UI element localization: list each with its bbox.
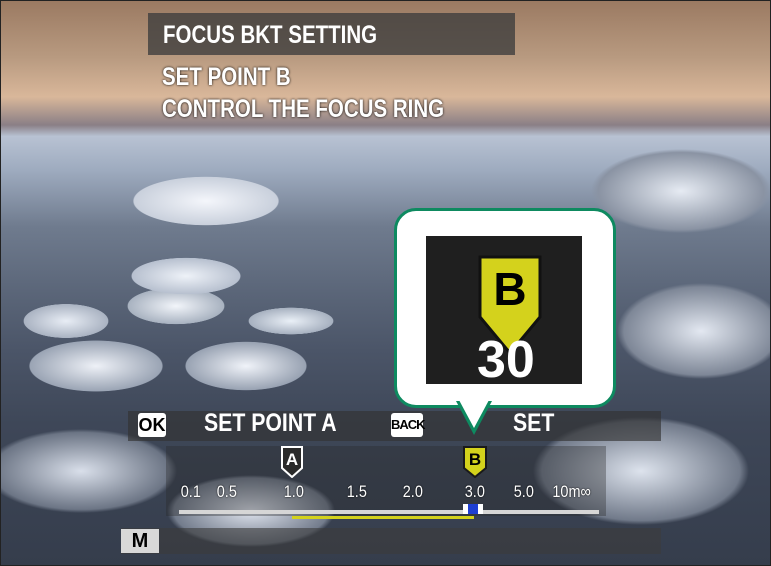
focus-distance-scale xyxy=(166,446,606,516)
scale-tick: 2.0 xyxy=(402,482,423,501)
camera-viewfinder: FOCUS BKT SETTING SET POINT B CONTROL TH… xyxy=(0,0,771,566)
current-focus-indicator xyxy=(463,504,483,514)
page-title: FOCUS BKT SETTING xyxy=(163,21,378,49)
scale-tick: 0.1 xyxy=(180,482,201,501)
scale-tick: 10m∞ xyxy=(552,482,591,501)
point-a-label: A xyxy=(286,450,298,469)
point-b-label: B xyxy=(469,450,481,469)
back-button-icon[interactable]: BACK xyxy=(391,413,426,437)
instruction-line-1: SET POINT B xyxy=(162,63,291,91)
scale-tick: 5.0 xyxy=(513,482,534,501)
point-a-marker: A xyxy=(281,446,303,478)
point-b-marker: B xyxy=(463,446,487,478)
magnified-distance-value: 30 xyxy=(477,331,535,389)
scale-tick: 1.5 xyxy=(346,482,367,501)
ok-button-icon[interactable]: OK xyxy=(138,413,166,437)
focus-mode-badge: M xyxy=(121,529,159,553)
current-focus-marker xyxy=(468,504,478,514)
magnifier-pointer-fill xyxy=(459,400,489,428)
instruction-line-2: CONTROL THE FOCUS RING xyxy=(162,95,445,123)
bracket-range-line xyxy=(292,516,474,519)
focus-scale-line xyxy=(179,510,599,514)
scale-tick: 1.0 xyxy=(283,482,304,501)
mode-bar xyxy=(121,528,661,554)
scale-tick: 3.0 xyxy=(464,482,485,501)
set-point-a-label[interactable]: SET POINT A xyxy=(204,409,337,438)
magnified-point-b-label: B xyxy=(493,263,526,315)
set-label[interactable]: SET xyxy=(513,409,554,438)
scale-tick: 0.5 xyxy=(216,482,237,501)
